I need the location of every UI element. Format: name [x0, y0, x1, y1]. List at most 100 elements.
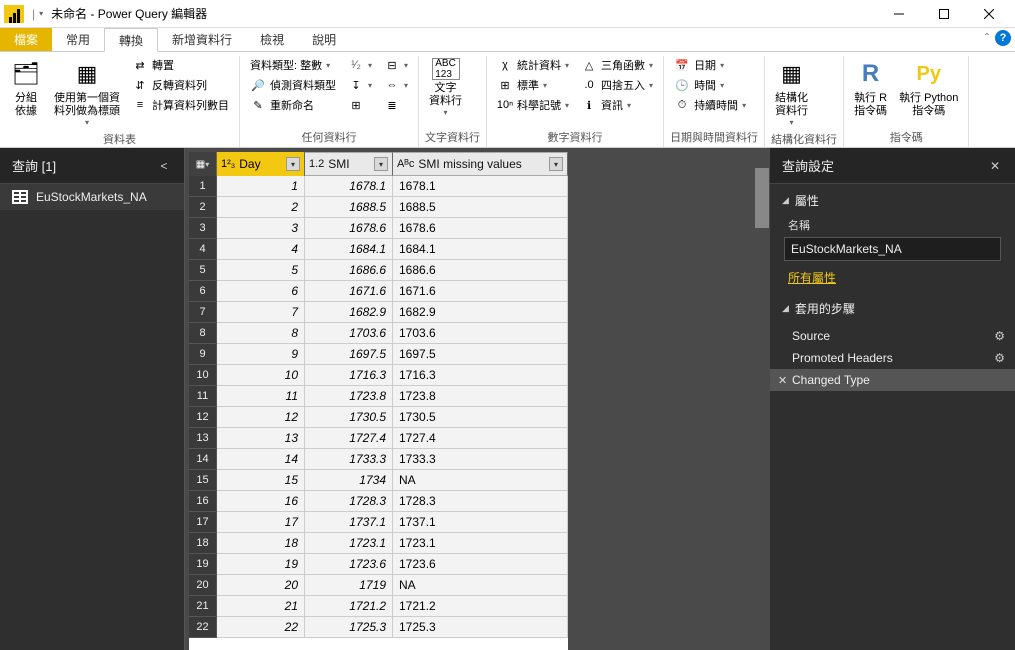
cell-smi-missing[interactable]: 1678.6 [393, 218, 568, 239]
cell-day[interactable]: 11 [217, 386, 305, 407]
cell-smi[interactable]: 1734 [305, 470, 393, 491]
cell-smi-missing[interactable]: 1725.3 [393, 617, 568, 638]
table-row[interactable]: 771682.91682.9 [189, 302, 568, 323]
close-button[interactable] [966, 0, 1011, 28]
table-row[interactable]: 19191723.61723.6 [189, 554, 568, 575]
all-properties-link[interactable]: 所有屬性 [770, 263, 1015, 292]
text-column-button[interactable]: ABC123 文字 資料行 ▾ [425, 56, 466, 119]
table-row[interactable]: 111678.11678.1 [189, 176, 568, 197]
table-row[interactable]: 10101716.31716.3 [189, 365, 568, 386]
column-filter-icon[interactable]: ▾ [286, 157, 300, 171]
statistics-button[interactable]: χ統計資料 ▾ [493, 56, 573, 74]
cell-smi-missing[interactable]: 1737.1 [393, 512, 568, 533]
cell-smi-missing[interactable]: 1723.8 [393, 386, 568, 407]
cell-smi[interactable]: 1730.5 [305, 407, 393, 428]
transpose-button[interactable]: ⇄轉置 [128, 56, 233, 74]
column-filter-icon[interactable]: ▾ [374, 157, 388, 171]
cell-day[interactable]: 14 [217, 449, 305, 470]
cell-smi[interactable]: 1684.1 [305, 239, 393, 260]
cell-day[interactable]: 15 [217, 470, 305, 491]
information-button[interactable]: ℹ資訊 ▾ [577, 96, 657, 114]
tab-file[interactable]: 檔案 [0, 28, 52, 51]
cell-smi-missing[interactable]: 1721.2 [393, 596, 568, 617]
cell-smi[interactable]: 1716.3 [305, 365, 393, 386]
cell-smi[interactable]: 1723.1 [305, 533, 393, 554]
standard-button[interactable]: ⊞標準 ▾ [493, 76, 573, 94]
cell-smi[interactable]: 1678.1 [305, 176, 393, 197]
column-header-day[interactable]: 1²₃ Day ▾ [217, 152, 305, 176]
maximize-button[interactable] [921, 0, 966, 28]
cell-smi-missing[interactable]: 1703.6 [393, 323, 568, 344]
cell-smi-missing[interactable]: 1678.1 [393, 176, 568, 197]
cell-day[interactable]: 4 [217, 239, 305, 260]
run-r-script-button[interactable]: R 執行 R 指令碼 [850, 56, 891, 120]
replace-values-button[interactable]: ¹⁄₂▾ [344, 56, 376, 74]
trigonometry-button[interactable]: △三角函數 ▾ [577, 56, 657, 74]
cell-day[interactable]: 7 [217, 302, 305, 323]
cell-day[interactable]: 17 [217, 512, 305, 533]
time-button[interactable]: 🕒時間 ▾ [670, 76, 750, 94]
cell-smi[interactable]: 1719 [305, 575, 393, 596]
cell-day[interactable]: 1 [217, 176, 305, 197]
cell-smi-missing[interactable]: 1730.5 [393, 407, 568, 428]
reverse-rows-button[interactable]: ⇵反轉資料列 [128, 76, 233, 94]
table-row[interactable]: 11111723.81723.8 [189, 386, 568, 407]
date-button[interactable]: 📅日期 ▾ [670, 56, 750, 74]
cell-day[interactable]: 5 [217, 260, 305, 281]
cell-day[interactable]: 16 [217, 491, 305, 512]
column-header-smi[interactable]: 1.2 SMI ▾ [305, 152, 393, 176]
cell-smi-missing[interactable]: 1682.9 [393, 302, 568, 323]
gear-icon[interactable]: ⚙ [994, 351, 1005, 365]
query-name-input[interactable] [784, 237, 1001, 261]
cell-day[interactable]: 12 [217, 407, 305, 428]
cell-smi[interactable]: 1686.6 [305, 260, 393, 281]
cell-day[interactable]: 20 [217, 575, 305, 596]
convert-list-button[interactable]: ≣ [380, 96, 412, 114]
cell-smi[interactable]: 1723.6 [305, 554, 393, 575]
tab-home[interactable]: 常用 [52, 28, 104, 51]
fill-button[interactable]: ↧▾ [344, 76, 376, 94]
rename-button[interactable]: ✎重新命名 [246, 96, 340, 114]
detect-type-button[interactable]: 🔎偵測資料類型 [246, 76, 340, 94]
cell-smi[interactable]: 1678.6 [305, 218, 393, 239]
cell-smi-missing[interactable]: 1686.6 [393, 260, 568, 281]
table-row[interactable]: 17171737.11737.1 [189, 512, 568, 533]
use-first-row-headers-button[interactable]: ▦ 使用第一個資 料列做為標頭 ▾ [50, 56, 124, 129]
unpivot-button[interactable]: ⊟▾ [380, 56, 412, 74]
cell-smi[interactable]: 1728.3 [305, 491, 393, 512]
cell-day[interactable]: 10 [217, 365, 305, 386]
table-row[interactable]: 551686.61686.6 [189, 260, 568, 281]
tab-help[interactable]: 說明 [298, 28, 350, 51]
cell-smi-missing[interactable]: 1688.5 [393, 197, 568, 218]
cell-smi[interactable]: 1737.1 [305, 512, 393, 533]
cell-smi-missing[interactable]: 1684.1 [393, 239, 568, 260]
applied-steps-section[interactable]: ◢套用的步驟 [770, 292, 1015, 321]
cell-day[interactable]: 9 [217, 344, 305, 365]
cell-day[interactable]: 3 [217, 218, 305, 239]
cell-smi-missing[interactable]: 1733.3 [393, 449, 568, 470]
table-row[interactable]: 16161728.31728.3 [189, 491, 568, 512]
qat-dropdown-icon[interactable]: ▾ [39, 9, 43, 18]
table-row[interactable]: 21211721.21721.2 [189, 596, 568, 617]
cell-smi[interactable]: 1725.3 [305, 617, 393, 638]
table-row[interactable]: 12121730.51730.5 [189, 407, 568, 428]
tab-view[interactable]: 檢視 [246, 28, 298, 51]
delete-step-icon[interactable]: ✕ [778, 374, 787, 387]
column-filter-icon[interactable]: ▾ [549, 157, 563, 171]
cell-smi[interactable]: 1697.5 [305, 344, 393, 365]
table-row[interactable]: 20201719NA [189, 575, 568, 596]
cell-day[interactable]: 22 [217, 617, 305, 638]
table-row[interactable]: 881703.61703.6 [189, 323, 568, 344]
cell-day[interactable]: 21 [217, 596, 305, 617]
minimize-button[interactable] [876, 0, 921, 28]
run-python-script-button[interactable]: Py 執行 Python 指令碼 [895, 56, 962, 120]
rounding-button[interactable]: .0四捨五入 ▾ [577, 76, 657, 94]
table-row[interactable]: 441684.11684.1 [189, 239, 568, 260]
duration-button[interactable]: ⏱持續時間 ▾ [670, 96, 750, 114]
table-row[interactable]: 331678.61678.6 [189, 218, 568, 239]
pivot-button[interactable]: ⊞ [344, 96, 376, 114]
cell-smi-missing[interactable]: 1727.4 [393, 428, 568, 449]
cell-smi[interactable]: 1721.2 [305, 596, 393, 617]
table-row[interactable]: 18181723.11723.1 [189, 533, 568, 554]
column-header-smi-missing[interactable]: Aᴮc SMI missing values ▾ [393, 152, 568, 176]
